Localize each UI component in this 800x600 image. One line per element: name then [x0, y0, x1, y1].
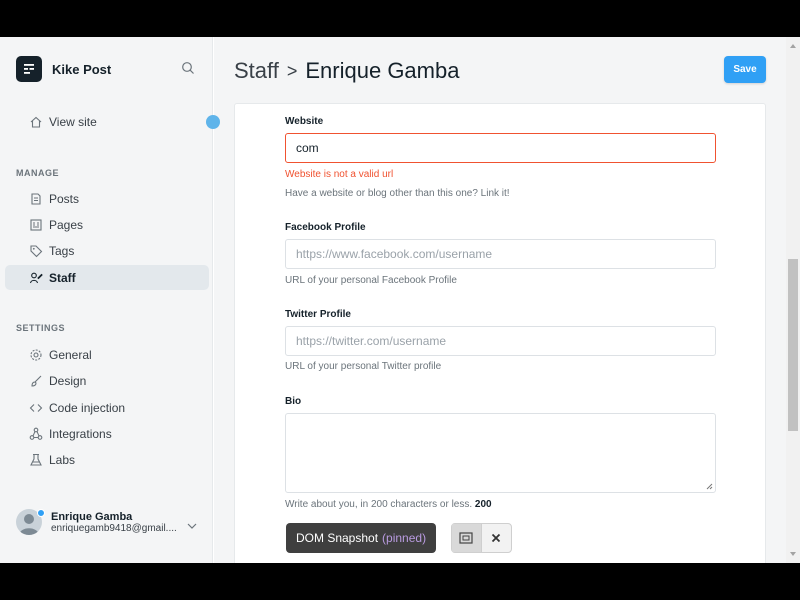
notification-dot [37, 509, 45, 517]
scroll-up-arrow-icon[interactable] [790, 44, 796, 48]
facebook-label: Facebook Profile [285, 222, 366, 233]
website-label: Website [285, 116, 324, 127]
bio-help: Write about you, in 200 characters or le… [285, 499, 492, 510]
settings-section-title: SETTINGS [16, 323, 66, 333]
sidebar-item-general[interactable]: General [5, 342, 209, 367]
sidebar-item-label: Posts [49, 191, 80, 206]
sidebar-item-integrations[interactable]: Integrations [5, 421, 209, 446]
main-content: Staff > Enrique Gamba Save Website com W… [214, 37, 786, 563]
scroll-down-arrow-icon[interactable] [790, 552, 796, 556]
sidebar-item-pages[interactable]: Pages [5, 212, 209, 237]
scrollbar[interactable] [786, 37, 800, 563]
brand-logo [16, 56, 42, 82]
user-info: Enrique Gamba enriquegamb9418@gmail.... [51, 511, 181, 534]
twitter-label: Twitter Profile [285, 309, 351, 320]
sidebar-item-label: Labs [49, 452, 76, 467]
sidebar-item-posts[interactable]: Posts [5, 186, 209, 211]
breadcrumb-staff[interactable]: Staff [234, 58, 279, 84]
sidebar-item-view-site[interactable]: View site [5, 109, 209, 134]
close-button[interactable] [482, 524, 511, 552]
sidebar-item-tags[interactable]: Tags [5, 238, 209, 263]
twitter-field[interactable]: https://twitter.com/username [285, 326, 716, 356]
integrations-icon [29, 427, 43, 440]
facebook-field[interactable]: https://www.facebook.com/username [285, 239, 716, 269]
sidebar-item-label: General [49, 347, 92, 362]
close-icon [492, 533, 501, 543]
brand[interactable]: Kike Post [16, 56, 111, 82]
home-icon [30, 116, 42, 128]
brand-name: Kike Post [52, 61, 112, 77]
sidebar: Kike Post View site MANAGE Posts Pages T… [0, 37, 213, 563]
breadcrumb-separator: > [286, 60, 298, 81]
sidebar-item-staff[interactable]: Staff [5, 265, 209, 290]
sidebar-item-design[interactable]: Design [5, 368, 209, 393]
sidebar-item-label: Staff [49, 270, 76, 285]
app-window: Kike Post View site MANAGE Posts Pages T… [0, 37, 800, 563]
dom-snapshot-text: DOM Snapshot [296, 531, 379, 545]
user-email: enriquegamb9418@gmail.... [51, 522, 177, 534]
tag-icon [30, 244, 43, 257]
website-field[interactable]: com [285, 133, 716, 163]
sidebar-item-labs[interactable]: Labs [5, 447, 209, 472]
user-name: Enrique Gamba [51, 510, 133, 523]
manage-section-title: MANAGE [16, 168, 59, 178]
sidebar-item-label: Design [49, 373, 87, 388]
sidebar-item-label: Code injection [49, 400, 126, 415]
pages-icon [30, 218, 42, 231]
website-error: Website is not a valid url [285, 169, 394, 180]
save-button[interactable]: Save [724, 56, 766, 83]
gear-icon [30, 348, 42, 361]
breadcrumb: Staff > Enrique Gamba [234, 58, 459, 84]
scroll-thumb[interactable] [788, 259, 798, 431]
posts-icon [31, 192, 41, 205]
notification-indicator[interactable] [206, 115, 220, 129]
sidebar-item-label: Integrations [49, 426, 112, 441]
code-icon [29, 403, 43, 412]
bio-help-text: Write about you, in 200 characters or le… [285, 499, 473, 510]
bio-textarea[interactable] [285, 413, 716, 493]
sidebar-item-code-injection[interactable]: Code injection [5, 395, 209, 420]
bio-label: Bio [285, 396, 302, 407]
sidebar-item-label: View site [49, 114, 97, 129]
dom-snapshot-pinned: (pinned) [382, 531, 427, 545]
search-icon[interactable] [181, 61, 195, 80]
brush-icon [31, 375, 42, 387]
twitter-help: URL of your personal Twitter profile [285, 361, 442, 372]
screenshot-icon [459, 532, 473, 544]
snapshot-button[interactable] [452, 524, 482, 552]
logo-icon [24, 64, 34, 74]
chevron-down-icon[interactable] [187, 517, 197, 535]
facebook-help: URL of your personal Facebook Profile [285, 275, 457, 286]
dom-snapshot-label: DOM Snapshot (pinned) [286, 523, 437, 553]
profile-form-card: Website com Website is not a valid url H… [234, 103, 766, 563]
flask-icon [30, 453, 42, 466]
dom-snapshot-controls [451, 523, 512, 553]
sidebar-item-label: Pages [49, 217, 84, 232]
staff-icon [29, 272, 43, 283]
page-title: Enrique Gamba [305, 58, 460, 83]
bio-char-count: 200 [474, 499, 492, 510]
resize-handle-icon [706, 483, 713, 490]
website-help: Have a website or blog other than this o… [285, 188, 510, 199]
sidebar-item-label: Tags [49, 243, 75, 258]
